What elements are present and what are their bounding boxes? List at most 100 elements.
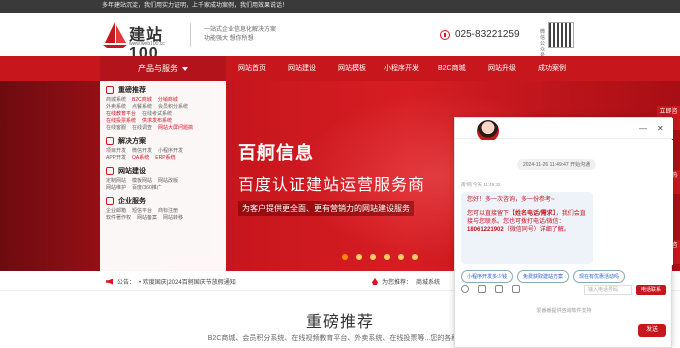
menu-link[interactable]: 在线教育平台 — [106, 111, 136, 118]
carousel-dot[interactable] — [342, 254, 348, 260]
carousel-dot[interactable] — [356, 254, 362, 260]
enterprise-icon — [106, 197, 114, 205]
message-bubble: 您好！多一次咨询，多一份参考~ 您可以直接留下【姓名电话/需求】，我们会直接与您… — [461, 192, 593, 264]
contact-text-bold: 姓名电话/需求 — [515, 211, 553, 217]
menu-link[interactable]: 网站转移 — [163, 215, 183, 222]
recommendation-link[interactable]: 商城系统 — [416, 277, 440, 286]
phone-input[interactable]: 输入电话号码 — [584, 285, 632, 295]
menu-link[interactable]: OA系统 — [132, 155, 149, 162]
menu-link[interactable]: 定制网站 — [106, 178, 126, 185]
menu-row: 在线投票系统 供求发布系统 — [106, 118, 220, 125]
nav-item-miniprogram[interactable]: 小程序开发 — [384, 56, 419, 81]
main-nav: 产品与服务 网站首页 网站建设 网站模板 小程序开发 B2C商城 网站升级 成功… — [0, 56, 680, 81]
banner-subtitle: 百度认证建站运营服务商 — [238, 177, 426, 194]
menu-link[interactable]: ERP系统 — [155, 155, 175, 162]
slogan: 一站式企业信息化解决方案 功能强大 想你所想 — [204, 26, 276, 44]
recommendation-label: 为您推荐： — [382, 280, 413, 286]
brand-url: www.web100.cc — [129, 41, 165, 47]
header-divider — [190, 23, 191, 47]
menu-link[interactable]: 供求发布系统 — [142, 118, 172, 125]
send-button[interactable]: 发送 — [638, 324, 666, 337]
menu-link[interactable]: 在线投票系统 — [106, 118, 136, 125]
sail-logo-icon — [103, 22, 127, 48]
quick-chip[interactable]: 现在有优惠活动吗 — [573, 270, 626, 283]
nav-item-cases[interactable]: 成功案例 — [538, 56, 566, 81]
chat-date: 2024-11-26 11:49:47 开始沟通 — [517, 159, 597, 170]
menu-link[interactable]: 网站维护 — [106, 185, 126, 192]
menu-link[interactable]: 软件著作权 — [106, 215, 131, 222]
carousel-dot[interactable] — [398, 254, 404, 260]
category-menu-button[interactable]: 产品与服务 — [100, 56, 226, 81]
menu-link[interactable]: 网站改版 — [158, 178, 178, 185]
menu-link[interactable]: 在线客服 — [106, 125, 126, 132]
chat-widget: — ✕ 2024-11-26 11:49:47 开始沟通 南*网 今天 11:4… — [454, 117, 673, 348]
section-header: 解决方案 — [106, 136, 220, 146]
category-label: 产品与服务 — [138, 64, 178, 73]
nav-item-b2c[interactable]: B2C商城 — [438, 56, 466, 81]
carousel-dot[interactable] — [370, 254, 376, 260]
section-title: 解决方案 — [118, 138, 146, 145]
emoji-icon[interactable] — [461, 285, 469, 293]
menu-link[interactable]: APP开发 — [106, 155, 126, 162]
category-dropdown: 重磅推荐 商城系统 B2C商城 分销商城 外卖系统 点餐系统 会员积分系统 在线教育平台… — [100, 81, 226, 271]
menu-row: 定制网站 模板网站 网站改版 — [106, 178, 220, 185]
document-icon[interactable] — [512, 285, 520, 293]
carousel-dot[interactable] — [384, 254, 390, 260]
contact-text-c: （微信同号）详细了解。 — [503, 227, 570, 233]
quick-chip[interactable]: 免费获取建站方案 — [517, 270, 570, 283]
nav-item-home[interactable]: 网站首页 — [238, 56, 266, 81]
menu-link[interactable]: 点餐系统 — [132, 104, 152, 111]
section-header: 网站建设 — [106, 166, 220, 176]
menu-link[interactable]: 会员积分系统 — [158, 104, 188, 111]
chat-messages: 2024-11-26 11:49:47 开始沟通 南*网 今天 11:49:32… — [455, 140, 673, 265]
announcement-link[interactable]: • 欢度国庆|2024百舸国庆节放假通知 — [139, 277, 236, 286]
minimize-icon[interactable]: — — [639, 124, 647, 133]
menu-link[interactable]: 项目开发 — [106, 148, 126, 155]
banner-tagline: 为客户提供更全面、更有营销力的网站建设服务 — [238, 201, 414, 216]
top-bar: 多年建站沉淀，我们用实力证明，上千家成功案例，我们用效果说话！ — [0, 0, 680, 13]
carousel-dots — [342, 254, 418, 260]
contact-phone: 18061221902 — [467, 227, 504, 233]
chevron-down-icon — [182, 66, 188, 71]
slogan-line-2: 功能强大 想你所想 — [204, 36, 254, 42]
agent-name: 南*网 今天 11:49:32 — [461, 182, 501, 187]
menu-link[interactable]: 百度/360推广 — [132, 185, 162, 192]
banner-title: 百舸信息 — [238, 143, 314, 163]
folder-icon[interactable] — [495, 285, 503, 293]
menu-row: 外卖系统 点餐系统 会员积分系统 — [106, 104, 220, 111]
section-header: 重磅推荐 — [106, 85, 220, 95]
carousel-dot[interactable] — [412, 254, 418, 260]
menu-link[interactable]: 模板网站 — [132, 178, 152, 185]
menu-link[interactable]: B2C商城 — [132, 97, 152, 104]
agent-avatar — [477, 120, 499, 142]
phone-block: 025-83221259 — [440, 29, 520, 40]
menu-link[interactable]: 外卖系统 — [106, 104, 126, 111]
solution-icon — [106, 137, 114, 145]
menu-row: 企业邮箱 短信平台 商标注册 — [106, 208, 220, 215]
menu-link[interactable]: 在线考试系统 — [142, 111, 172, 118]
menu-link[interactable]: 商标注册 — [158, 208, 178, 215]
menu-link[interactable]: 网站大屏问题搞 — [158, 125, 193, 132]
logo[interactable]: 建站100 www.web100.cc — [100, 19, 180, 62]
menu-row: 在线教育平台 在线考试系统 — [106, 111, 220, 118]
nav-item-upgrade[interactable]: 网站升级 — [488, 56, 516, 81]
wechat-label: 微信公众号 — [540, 29, 546, 59]
menu-link[interactable]: 小程序开发 — [158, 148, 183, 155]
menu-link[interactable]: 短信平台 — [132, 208, 152, 215]
nav-item-templates[interactable]: 网站模板 — [338, 56, 366, 81]
website-icon — [106, 167, 114, 175]
top-bar-text: 多年建站沉淀，我们用实力证明，上千家成功案例，我们用效果说话！ — [102, 3, 289, 9]
quick-chips: 小程序开发多少钱 免费获取建站方案 现在有优惠活动吗 — [461, 270, 626, 283]
quick-chip[interactable]: 小程序开发多少钱 — [461, 270, 514, 283]
nav-item-website-build[interactable]: 网站建设 — [288, 56, 316, 81]
close-icon[interactable]: ✕ — [657, 124, 664, 133]
menu-link[interactable]: 商城系统 — [106, 97, 126, 104]
star-icon — [106, 86, 114, 94]
menu-link[interactable]: 企业邮箱 — [106, 208, 126, 215]
image-icon[interactable] — [478, 285, 486, 293]
menu-link[interactable]: 网站备案 — [137, 215, 157, 222]
menu-link[interactable]: 微信开发 — [132, 148, 152, 155]
menu-link[interactable]: 在线调查 — [132, 125, 152, 132]
call-contact-button[interactable]: 电话联系 — [636, 285, 666, 295]
menu-link[interactable]: 分销商城 — [158, 97, 178, 104]
